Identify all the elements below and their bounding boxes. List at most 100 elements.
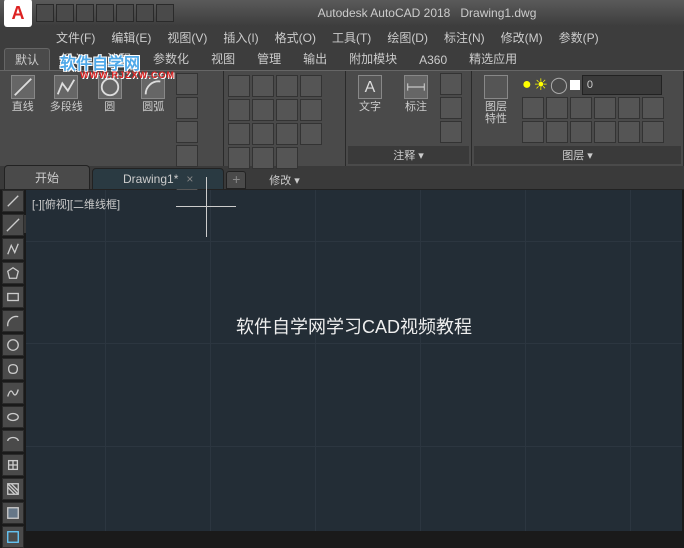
left-toolbar [2, 190, 26, 548]
layer-match-icon[interactable] [642, 97, 664, 119]
mtext-icon[interactable] [440, 121, 462, 143]
tb-revcloud-icon[interactable] [2, 358, 24, 380]
tab-view[interactable]: 视图 [200, 47, 246, 70]
align-icon[interactable] [276, 147, 298, 169]
tb-ellipsearc-icon[interactable] [2, 430, 24, 452]
tab-output[interactable]: 输出 [292, 47, 338, 70]
sun-icon: ☀ [534, 75, 548, 95]
app-logo[interactable]: A [4, 0, 32, 27]
line-button[interactable]: 直线 [2, 73, 44, 115]
tb-spline-icon[interactable] [2, 382, 24, 404]
menu-format[interactable]: 格式(O) [269, 28, 322, 47]
tab-featured[interactable]: 精选应用 [458, 47, 528, 70]
layer-freeze-icon[interactable] [546, 97, 568, 119]
layer-walk-icon[interactable] [642, 121, 664, 143]
layer-lock-icon[interactable] [594, 97, 616, 119]
tb-xline-icon[interactable] [2, 214, 24, 236]
undo-icon[interactable] [136, 4, 154, 22]
color-swatch [570, 80, 580, 90]
extend-icon[interactable] [300, 75, 322, 97]
table-icon[interactable] [440, 97, 462, 119]
copy-icon[interactable] [252, 99, 274, 121]
tb-gradient-icon[interactable] [2, 502, 24, 524]
chamfer-icon[interactable] [228, 123, 250, 145]
print-icon[interactable] [116, 4, 134, 22]
menu-tools[interactable]: 工具(T) [326, 28, 377, 47]
panel-layer-title[interactable]: 图层 ▾ [474, 146, 681, 164]
layer-current-input[interactable] [582, 75, 662, 95]
saveas-icon[interactable] [96, 4, 114, 22]
crosshair-v [206, 177, 207, 237]
tab-a360[interactable]: A360 [408, 50, 458, 70]
ribbon: 直线 多段线 圆 圆弧 绘图 ▾ [0, 70, 684, 166]
tab-drawing1[interactable]: Drawing1*× [92, 168, 224, 189]
panel-annotate-title[interactable]: 注释 ▾ [348, 146, 469, 164]
leader-icon[interactable] [440, 73, 462, 95]
layer-properties-button[interactable]: 图层 特性 [474, 73, 518, 127]
menu-draw[interactable]: 绘图(D) [381, 28, 434, 47]
tb-circle-icon[interactable] [2, 334, 24, 356]
text-button[interactable]: A 文字 [348, 73, 392, 115]
hatch-icon[interactable] [176, 145, 198, 167]
panel-layer: 图层 特性 ● ☀ ◯ [472, 71, 684, 166]
menu-parametric[interactable]: 参数(P) [553, 28, 605, 47]
tb-polyline-icon[interactable] [2, 238, 24, 260]
tb-polygon-icon[interactable] [2, 262, 24, 284]
offset-icon[interactable] [252, 147, 274, 169]
menu-bar: 文件(F) 编辑(E) 视图(V) 插入(I) 格式(O) 工具(T) 绘图(D… [0, 26, 684, 48]
bulb-icon: ● [522, 76, 532, 94]
move-icon[interactable] [228, 75, 250, 97]
tb-ellipse-icon[interactable] [2, 406, 24, 428]
scale-icon[interactable] [300, 123, 322, 145]
spline-icon[interactable] [176, 97, 198, 119]
stretch-icon[interactable] [276, 123, 298, 145]
open-icon[interactable] [56, 4, 74, 22]
mirror-icon[interactable] [276, 99, 298, 121]
fillet-icon[interactable] [300, 99, 322, 121]
tab-addins[interactable]: 附加模块 [338, 47, 408, 70]
add-tab-button[interactable]: + [226, 171, 246, 189]
watermark-url: WWW.RJZXW.COM [80, 70, 175, 80]
tab-manage[interactable]: 管理 [246, 47, 292, 70]
title-bar: A Autodesk AutoCAD 2018 Drawing1.dwg [0, 0, 684, 26]
save-icon[interactable] [76, 4, 94, 22]
viewport-label[interactable]: [-][俯视][二维线框] [32, 196, 120, 212]
explode-icon[interactable] [252, 123, 274, 145]
drawing-area[interactable]: [-][俯视][二维线框] 软件自学网学习CAD视频教程 [26, 190, 682, 531]
quick-access-toolbar [36, 4, 174, 22]
rectangle-icon[interactable] [176, 73, 198, 95]
new-icon[interactable] [36, 4, 54, 22]
tb-line-icon[interactable] [2, 190, 24, 212]
tb-rectangle-icon[interactable] [2, 286, 24, 308]
tb-insert-icon[interactable] [2, 454, 24, 476]
tab-start[interactable]: 开始 [4, 165, 90, 189]
menu-view[interactable]: 视图(V) [161, 28, 213, 47]
menu-edit[interactable]: 编辑(E) [105, 28, 157, 47]
erase-icon[interactable] [228, 99, 250, 121]
layer-on-icon[interactable] [594, 121, 616, 143]
layer-prev-icon[interactable] [522, 121, 544, 143]
tab-parametric[interactable]: 参数化 [142, 47, 200, 70]
menu-insert[interactable]: 插入(I) [217, 28, 264, 47]
menu-file[interactable]: 文件(F) [50, 28, 101, 47]
tb-region-icon[interactable] [2, 526, 24, 548]
rotate-icon[interactable] [252, 75, 274, 97]
layer-unlock-icon[interactable] [618, 121, 640, 143]
redo-icon[interactable] [156, 4, 174, 22]
ellipse-icon[interactable] [176, 121, 198, 143]
tb-arc-icon[interactable] [2, 310, 24, 332]
array-icon[interactable] [228, 147, 250, 169]
menu-modify[interactable]: 修改(M) [495, 28, 549, 47]
tab-default[interactable]: 默认 [4, 48, 50, 70]
close-icon[interactable]: × [186, 172, 193, 186]
layer-off-icon[interactable] [570, 97, 592, 119]
dimension-button[interactable]: 标注 [394, 73, 438, 115]
layer-uniso-icon[interactable] [546, 121, 568, 143]
layer-iso-icon[interactable] [522, 97, 544, 119]
layer-thaw-icon[interactable] [570, 121, 592, 143]
layer-make-icon[interactable] [618, 97, 640, 119]
tb-hatch-icon[interactable] [2, 478, 24, 500]
tutorial-text: 软件自学网学习CAD视频教程 [236, 313, 472, 339]
menu-dimension[interactable]: 标注(N) [438, 28, 491, 47]
trim-icon[interactable] [276, 75, 298, 97]
